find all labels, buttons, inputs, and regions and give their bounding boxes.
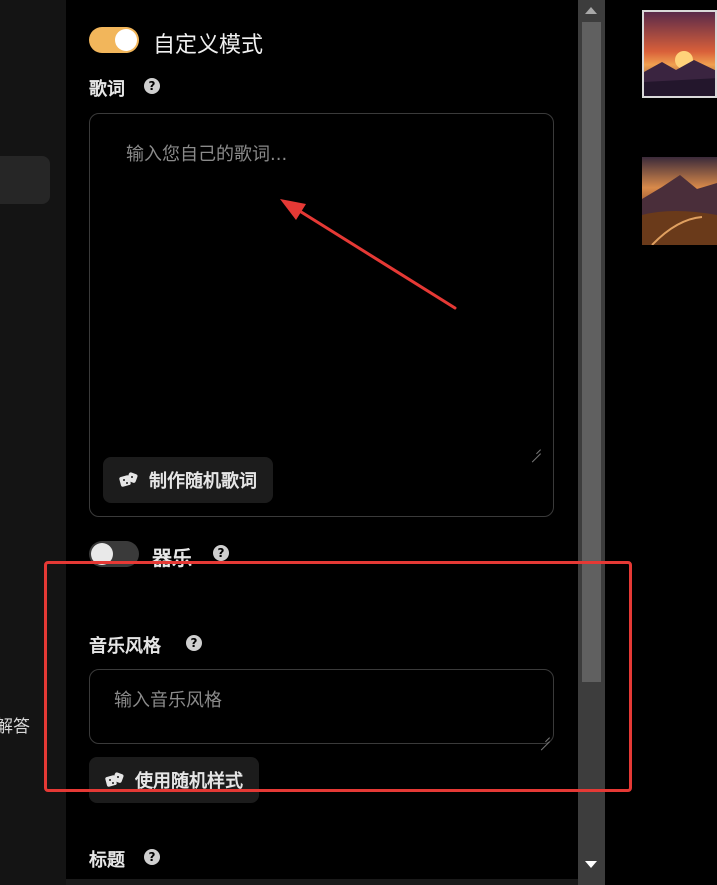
dice-icon (119, 472, 138, 487)
song-thumbnail[interactable] (642, 10, 717, 98)
sunset-artwork (644, 12, 715, 96)
lyrics-box: 制作随机歌词 (89, 113, 554, 517)
question-circle-icon[interactable]: ? (144, 849, 160, 865)
question-circle-icon[interactable]: ? (144, 78, 160, 94)
mountain-artwork (642, 157, 717, 245)
custom-mode-label: 自定义模式 (153, 33, 264, 58)
scroll-up-arrow-icon[interactable] (585, 7, 597, 14)
question-circle-icon[interactable]: ? (213, 545, 229, 561)
song-thumbnail[interactable] (642, 157, 717, 245)
lyrics-label: 歌词 (89, 79, 125, 100)
sidebar-item-label[interactable]: 解答 (0, 712, 30, 737)
toggle-knob (115, 29, 137, 51)
annotation-highlight-box (44, 561, 632, 792)
resize-grip[interactable] (531, 444, 541, 454)
panel-bottom-edge (66, 879, 578, 885)
lyrics-input[interactable] (126, 140, 536, 440)
random-lyrics-button[interactable]: 制作随机歌词 (103, 457, 273, 503)
custom-mode-toggle[interactable] (89, 27, 139, 53)
sidebar-active-item[interactable] (0, 156, 50, 204)
random-lyrics-label: 制作随机歌词 (149, 471, 257, 492)
scroll-down-arrow-icon[interactable] (585, 861, 597, 868)
title-label: 标题 (89, 850, 125, 871)
